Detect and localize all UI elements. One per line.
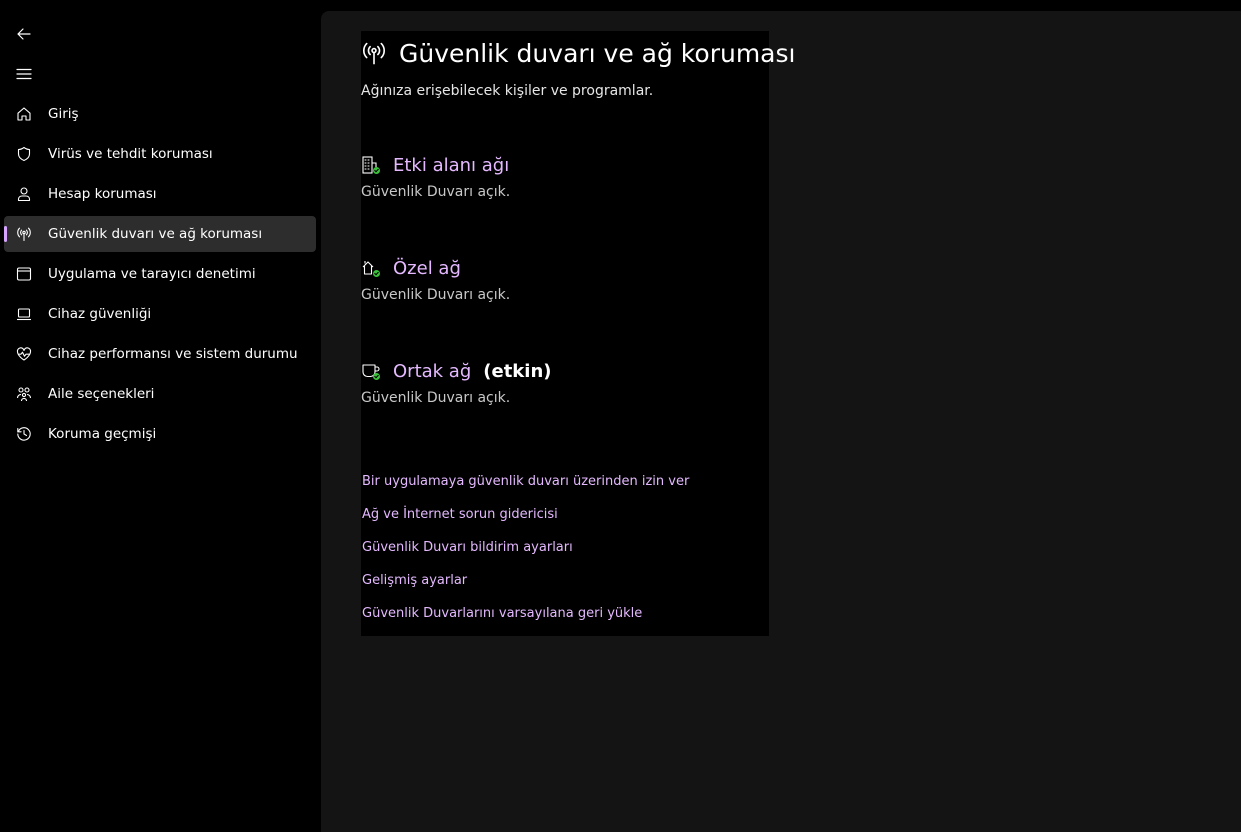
sidebar-item-device-performance[interactable]: Cihaz performansı ve sistem durumu	[4, 336, 316, 372]
private-network-icon	[361, 258, 381, 278]
link-allow-app[interactable]: Bir uygulamaya güvenlik duvarı üzerinden…	[362, 473, 689, 506]
sidebar-item-account-protection[interactable]: Hesap koruması	[4, 176, 316, 212]
page-subtitle: Ağınıza erişebilecek kişiler ve programl…	[361, 83, 654, 99]
sidebar-item-family-options[interactable]: Aile seçenekleri	[4, 376, 316, 412]
network-status: Güvenlik Duvarı açık.	[361, 287, 511, 303]
sidebar-item-label: Koruma geçmişi	[48, 426, 157, 442]
windows-security-window: Giriş Virüs ve tehdit koruması Hesap kor…	[0, 0, 1241, 832]
network-private: Özel ağ Güvenlik Duvarı açık.	[361, 255, 769, 315]
link-advanced-settings[interactable]: Gelişmiş ayarlar	[362, 572, 689, 605]
sidebar-item-label: Cihaz güvenliği	[48, 306, 152, 322]
domain-network-icon	[361, 155, 381, 175]
laptop-icon	[16, 306, 32, 322]
home-icon	[16, 106, 32, 122]
sidebar-item-label: Cihaz performansı ve sistem durumu	[48, 346, 298, 362]
page-title: Güvenlik duvarı ve ağ koruması	[399, 38, 796, 68]
network-public: Ortak ağ (etkin) Güvenlik Duvarı açık.	[361, 358, 769, 418]
sidebar-item-app-browser-control[interactable]: Uygulama ve tarayıcı denetimi	[4, 256, 316, 292]
firewall-links: Bir uygulamaya güvenlik duvarı üzerinden…	[362, 473, 689, 638]
hamburger-menu-icon[interactable]	[12, 62, 36, 86]
network-name[interactable]: Etki alanı ağı	[393, 155, 509, 176]
sidebar-item-label: Hesap koruması	[48, 186, 157, 202]
link-notification-settings[interactable]: Güvenlik Duvarı bildirim ayarları	[362, 539, 689, 572]
antenna-icon	[361, 40, 387, 66]
sidebar-item-label: Virüs ve tehdit koruması	[48, 146, 213, 162]
active-network-label: (etkin)	[483, 360, 552, 382]
link-network-troubleshooter[interactable]: Ağ ve İnternet sorun gidericisi	[362, 506, 689, 539]
firewall-content: Güvenlik duvarı ve ağ koruması Ağınıza e…	[361, 31, 795, 638]
network-name[interactable]: Özel ağ	[393, 258, 461, 279]
browser-window-icon	[16, 266, 32, 282]
page-header: Güvenlik duvarı ve ağ koruması	[361, 37, 795, 69]
family-icon	[16, 386, 32, 402]
sidebar-item-label: Aile seçenekleri	[48, 386, 155, 402]
public-network-icon	[361, 361, 381, 381]
link-restore-defaults[interactable]: Güvenlik Duvarlarını varsayılana geri yü…	[362, 605, 689, 638]
network-name[interactable]: Ortak ağ	[393, 361, 471, 382]
history-icon	[16, 426, 32, 442]
network-status: Güvenlik Duvarı açık.	[361, 184, 511, 200]
sidebar-item-firewall[interactable]: Güvenlik duvarı ve ağ koruması	[4, 216, 316, 252]
antenna-icon	[16, 226, 32, 242]
nav-list: Giriş Virüs ve tehdit koruması Hesap kor…	[4, 96, 316, 456]
sidebar-item-label: Güvenlik duvarı ve ağ koruması	[48, 226, 263, 242]
main-panel: Güvenlik duvarı ve ağ koruması Ağınıza e…	[321, 11, 1241, 832]
person-icon	[16, 186, 32, 202]
sidebar-item-virus-protection[interactable]: Virüs ve tehdit koruması	[4, 136, 316, 172]
sidebar-item-protection-history[interactable]: Koruma geçmişi	[4, 416, 316, 452]
shield-icon	[16, 146, 32, 162]
network-domain: Etki alanı ağı Güvenlik Duvarı açık.	[361, 152, 769, 212]
sidebar-item-device-security[interactable]: Cihaz güvenliği	[4, 296, 316, 332]
sidebar-item-label: Giriş	[48, 106, 79, 122]
sidebar-item-label: Uygulama ve tarayıcı denetimi	[48, 266, 256, 282]
back-arrow-icon[interactable]	[12, 22, 36, 46]
network-status: Güvenlik Duvarı açık.	[361, 390, 511, 406]
sidebar-item-home[interactable]: Giriş	[4, 96, 316, 132]
sidebar: Giriş Virüs ve tehdit koruması Hesap kor…	[0, 0, 320, 832]
heart-pulse-icon	[16, 346, 32, 362]
